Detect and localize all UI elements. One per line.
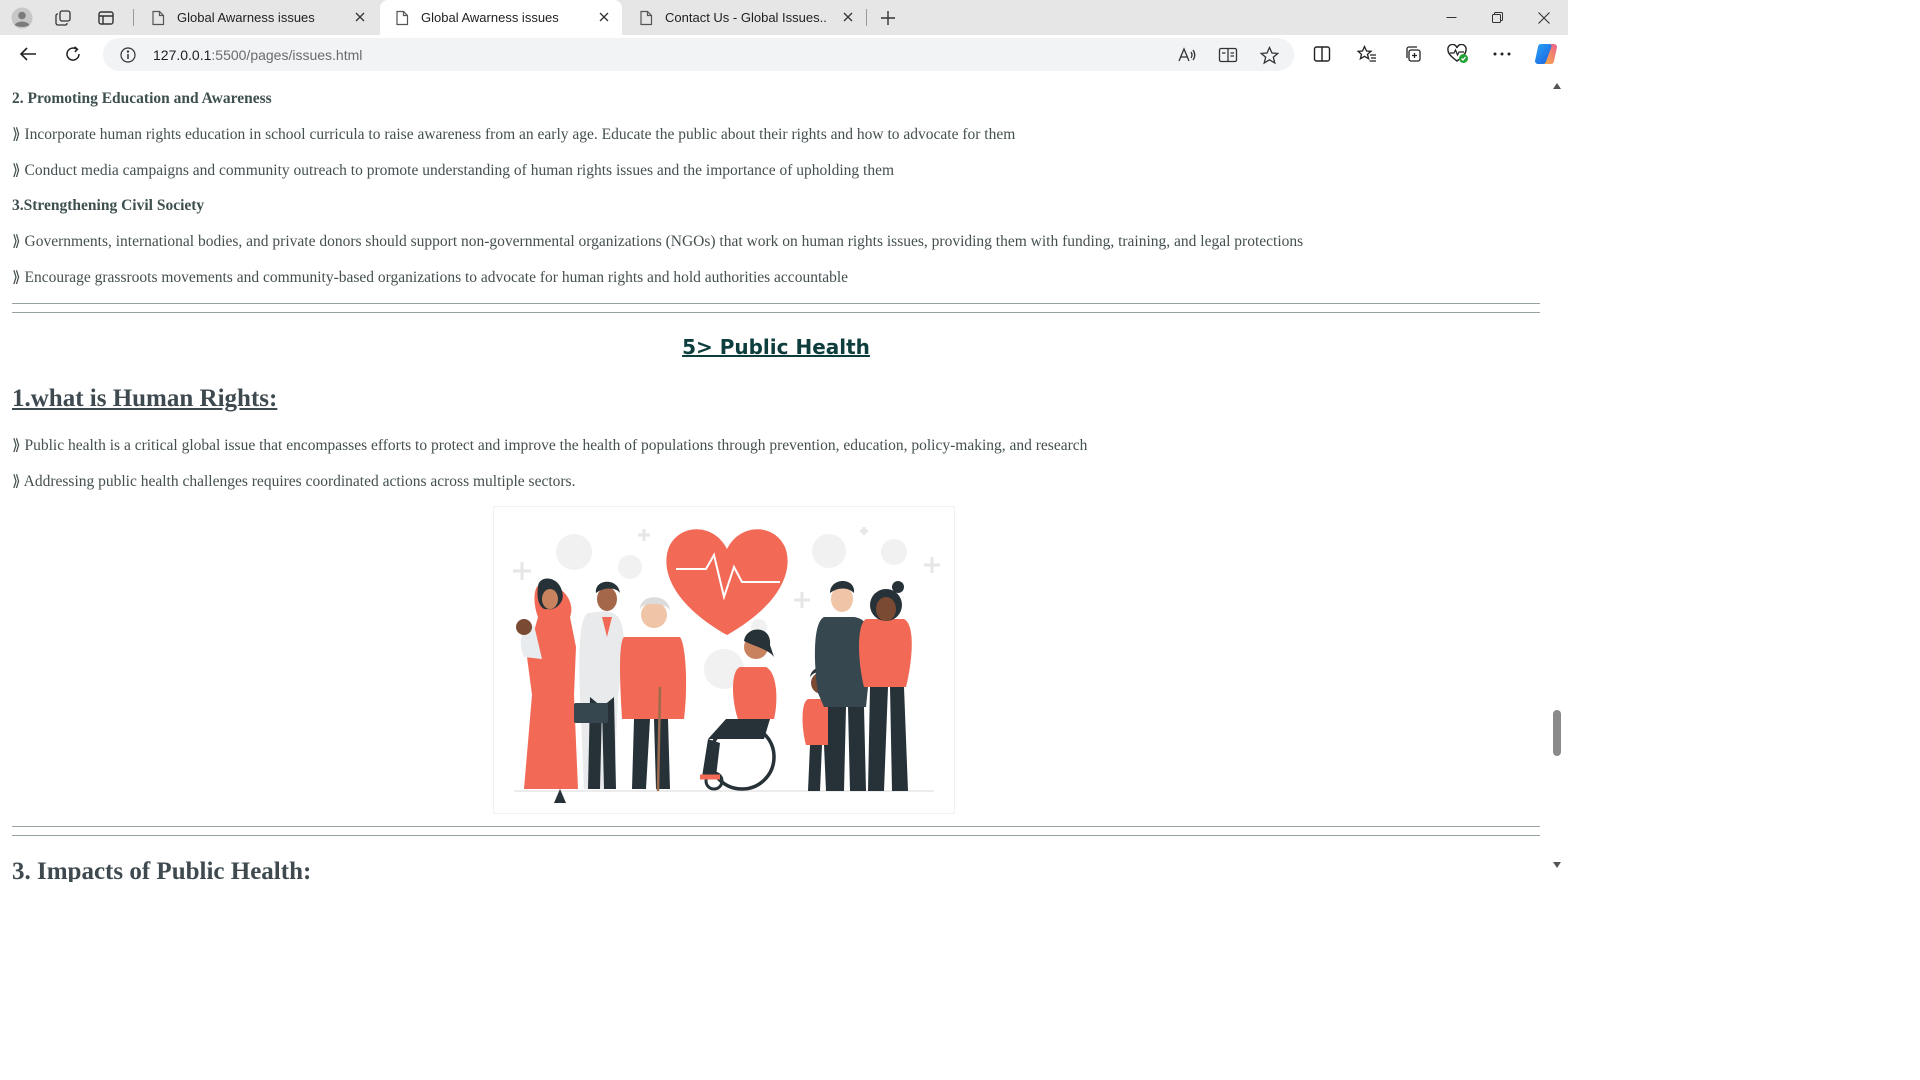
vertical-scrollbar[interactable] [1546, 74, 1568, 882]
tab-global-awarness-1[interactable]: Global Awarness issues [136, 0, 378, 35]
tab-title: Global Awarness issues [177, 10, 315, 25]
impacts-heading: 3. Impacts of Public Health: [12, 858, 312, 882]
page-viewport[interactable]: 2. Promoting Education and Awareness ⟫ I… [0, 74, 1568, 882]
immersive-reader-icon[interactable] [1214, 41, 1242, 69]
page-icon [394, 10, 410, 26]
page-icon [150, 10, 166, 26]
profile-icon[interactable] [5, 0, 39, 35]
site-info-icon[interactable] [119, 46, 137, 64]
copilot-icon[interactable] [1530, 39, 1562, 69]
scroll-down-arrow-icon[interactable] [1552, 860, 1562, 870]
back-arrow-icon[interactable] [12, 39, 44, 69]
scroll-up-arrow-icon[interactable] [1552, 81, 1562, 91]
favorite-star-icon[interactable] [1255, 41, 1283, 69]
url-host: 127.0.0.1 [153, 47, 212, 63]
tab-contact-us[interactable]: Contact Us - Global Issues.. [624, 0, 866, 35]
url-text[interactable]: 127.0.0.1:5500/pages/issues.html [153, 47, 362, 63]
close-window-icon[interactable] [1521, 0, 1567, 35]
tab-strip: Global Awarness issues Global Awarness i… [0, 0, 1568, 35]
split-screen-icon[interactable] [1306, 39, 1338, 69]
tab-actions-icon[interactable] [89, 0, 123, 35]
civil-society-heading: 3.Strengthening Civil Society [12, 197, 205, 214]
civil-society-point: ⟫ Governments, international bodies, and… [12, 233, 1304, 250]
what-is-heading: 1.what is Human Rights: [12, 385, 278, 412]
scrollbar-thumb[interactable] [1553, 710, 1561, 756]
navigation-toolbar: 127.0.0.1:5500/pages/issues.html [0, 35, 1568, 74]
health-point: ⟫ Public health is a critical global iss… [12, 437, 1088, 454]
education-point: ⟫ Incorporate human rights education in … [12, 126, 1016, 143]
education-heading: 2. Promoting Education and Awareness [12, 90, 272, 107]
workspaces-icon[interactable] [46, 0, 80, 35]
favorites-icon[interactable] [1351, 39, 1383, 69]
close-tab-icon[interactable] [352, 9, 368, 25]
read-aloud-icon[interactable] [1173, 41, 1201, 69]
section-divider [12, 303, 1540, 313]
section-divider [12, 826, 1540, 836]
public-health-title: 5> Public Health [682, 335, 870, 359]
close-tab-icon[interactable] [596, 9, 612, 25]
tab-title: Contact Us - Global Issues.. [665, 10, 827, 25]
address-bar[interactable]: 127.0.0.1:5500/pages/issues.html [103, 38, 1294, 71]
restore-icon[interactable] [1474, 0, 1520, 35]
education-point: ⟫ Conduct media campaigns and community … [12, 162, 895, 179]
health-point: ⟫ Addressing public health challenges re… [12, 473, 576, 490]
browser-essentials-icon[interactable] [1442, 39, 1474, 69]
new-tab-icon[interactable] [871, 0, 905, 35]
minimize-icon[interactable] [1428, 0, 1474, 35]
close-tab-icon[interactable] [840, 9, 856, 25]
tab-global-awarness-2[interactable]: Global Awarness issues [380, 0, 622, 35]
url-path: :5500/pages/issues.html [211, 47, 363, 63]
collections-icon[interactable] [1397, 39, 1429, 69]
refresh-icon[interactable] [57, 39, 89, 69]
public-health-illustration [494, 507, 954, 813]
more-options-icon[interactable] [1486, 39, 1518, 69]
civil-society-point: ⟫ Encourage grassroots movements and com… [12, 269, 849, 286]
page-icon [638, 10, 654, 26]
tab-title: Global Awarness issues [421, 10, 559, 25]
